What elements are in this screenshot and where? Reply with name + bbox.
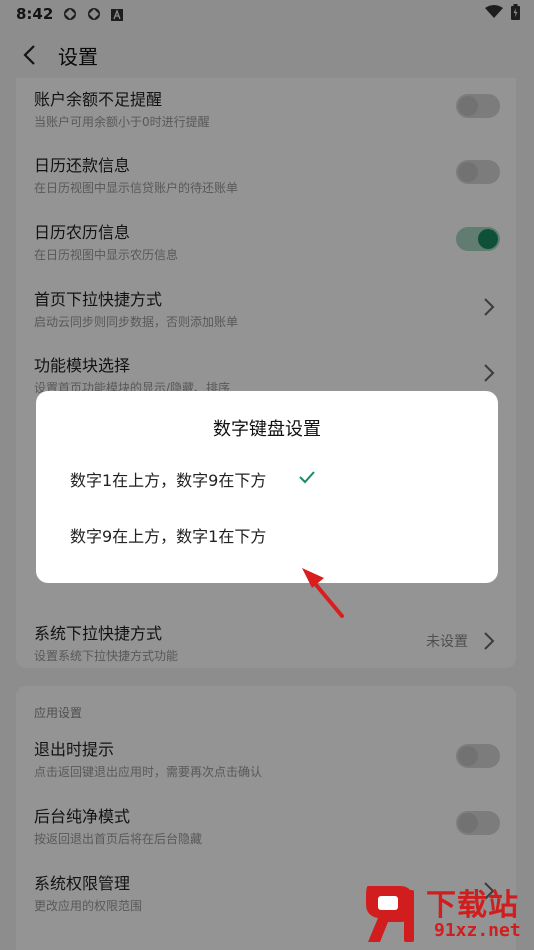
watermark-domain: 91xz.net xyxy=(434,920,521,941)
check-icon xyxy=(298,469,316,485)
watermark: 下载站 91xz.net xyxy=(360,880,532,948)
annotation-arrow-icon xyxy=(302,568,344,618)
option-1-top[interactable]: 数字1在上方，数字9在下方 xyxy=(70,467,266,491)
option-9-top[interactable]: 数字9在上方，数字1在下方 xyxy=(70,523,266,547)
dialog-title: 数字键盘设置 xyxy=(213,419,321,440)
keypad-settings-dialog: 数字键盘设置 数字1在上方，数字9在下方 数字9在上方，数字1在下方 xyxy=(36,391,498,583)
watermark-name: 下载站 xyxy=(426,888,519,923)
watermark-logo-icon xyxy=(366,886,414,942)
